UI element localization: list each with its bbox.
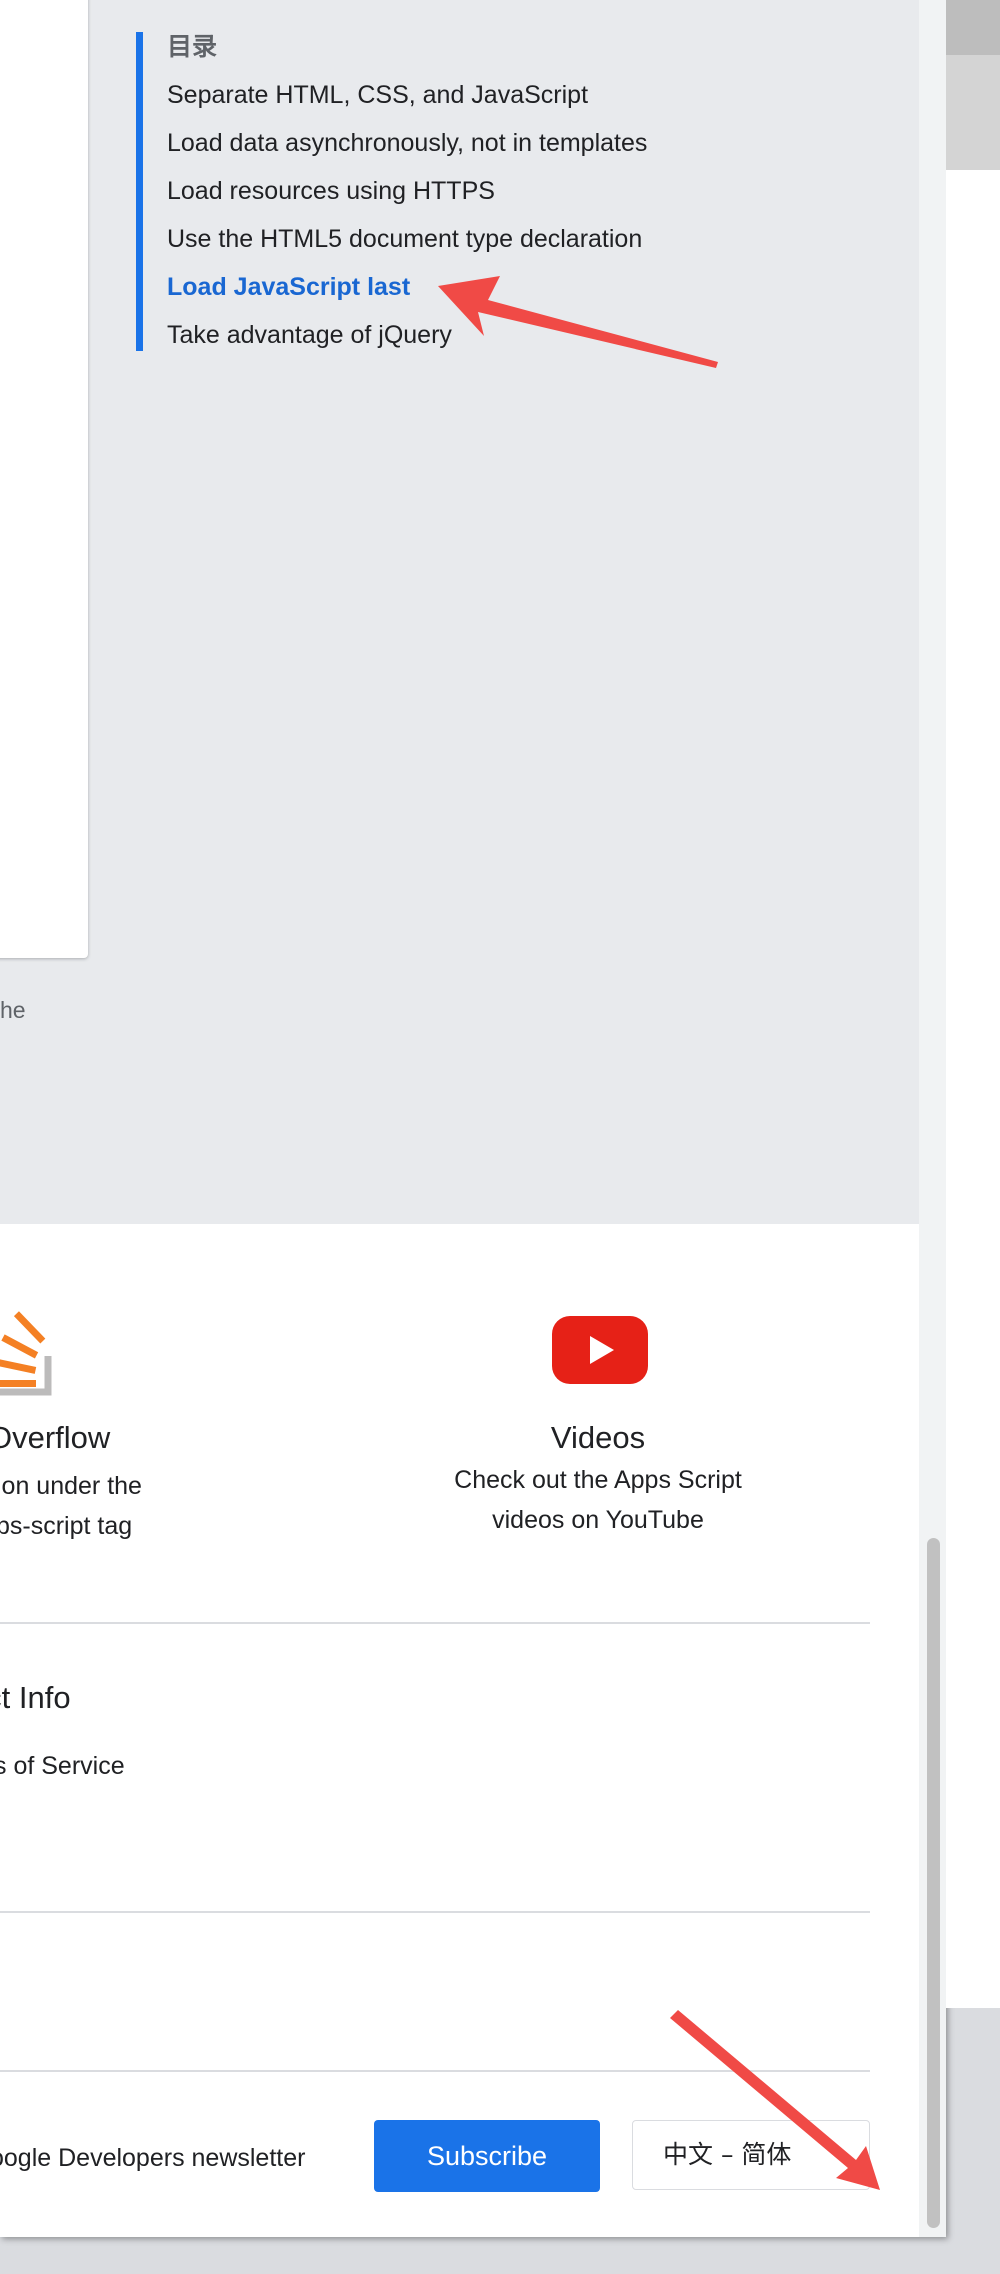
stackoverflow-icon: [0, 1311, 52, 1396]
content-region: he 目录 Separate HTML, CSS, and JavaScript…: [0, 0, 919, 1224]
toc-item-https[interactable]: Load resources using HTTPS: [167, 176, 495, 206]
product-info-heading: luct Info: [0, 1680, 71, 1715]
partial-text: he: [0, 997, 26, 1023]
toc-title: 目录: [167, 33, 218, 61]
stackoverflow-desc-line2: ps-script tag: [0, 1512, 133, 1540]
videos-desc-line1: Check out the Apps Script: [454, 1466, 742, 1494]
videos-desc-line2: videos on YouTube: [492, 1506, 704, 1534]
table-of-contents: 目录 Separate HTML, CSS, and JavaScript Lo…: [136, 32, 743, 351]
language-select[interactable]: 中文 – 简体: [632, 2120, 870, 2190]
terms-of-service-link[interactable]: s of Service: [0, 1746, 125, 1786]
divider: [0, 2070, 870, 2072]
stackoverflow-title: Overflow: [0, 1420, 111, 1455]
videos-title[interactable]: Videos: [418, 1418, 778, 1458]
divider: [0, 1911, 870, 1913]
toc-item-jquery[interactable]: Take advantage of jQuery: [167, 320, 452, 350]
toc-item-separate[interactable]: Separate HTML, CSS, and JavaScript: [167, 80, 588, 110]
browser-window: he 目录 Separate HTML, CSS, and JavaScript…: [0, 0, 946, 2237]
toc-item-load-js-last[interactable]: Load JavaScript last: [167, 272, 410, 302]
toc-item-load-data[interactable]: Load data asynchronously, not in templat…: [167, 128, 647, 158]
background-window: [946, 55, 1000, 170]
scrollbar-thumb[interactable]: [927, 1538, 940, 2228]
toc-item-html5[interactable]: Use the HTML5 document type declaration: [167, 224, 642, 254]
background-window: [946, 0, 1000, 55]
subscribe-button[interactable]: Subscribe: [374, 2120, 600, 2192]
videos-column: Videos Check out the Apps Script videos …: [418, 1418, 778, 1540]
newsletter-text: oogle Developers newsletter: [0, 2144, 306, 2172]
background-window: [946, 170, 1000, 2008]
youtube-icon[interactable]: [552, 1316, 648, 1384]
divider: [0, 1622, 870, 1624]
stackoverflow-desc-line1: ion under the: [0, 1472, 142, 1500]
article-card: [0, 0, 88, 958]
